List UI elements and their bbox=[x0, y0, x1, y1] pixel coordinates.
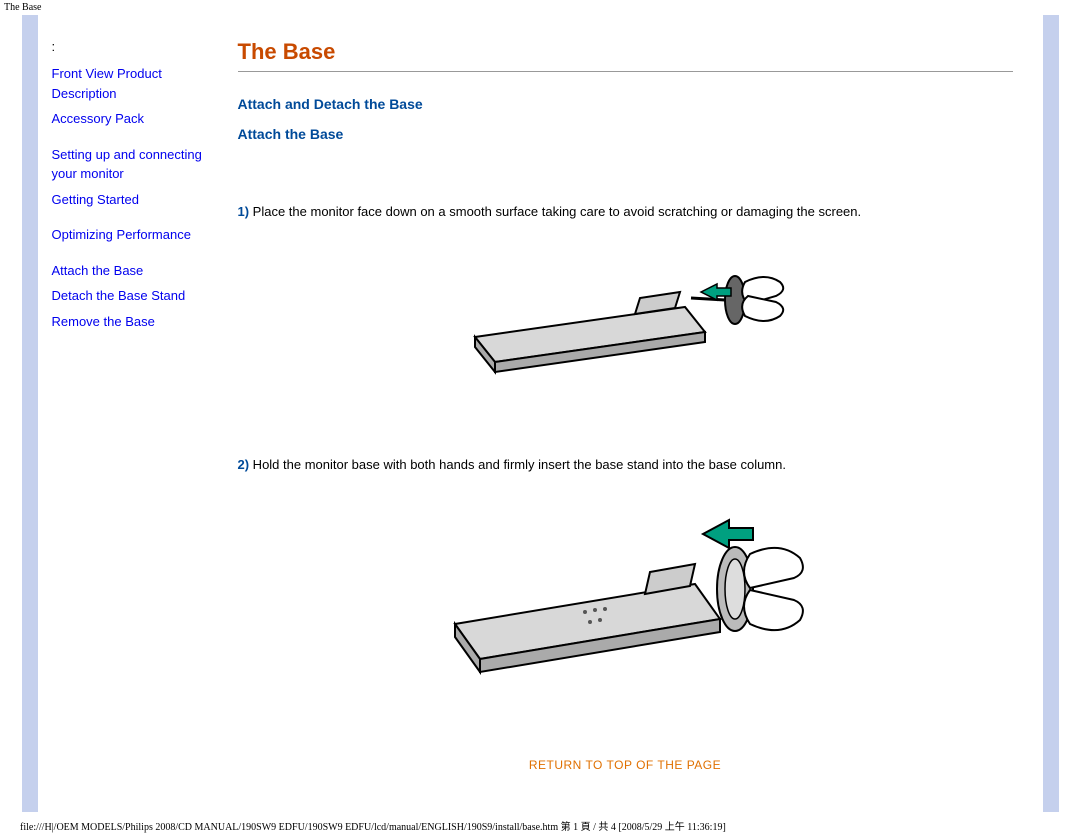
step-2-number: 2) bbox=[238, 457, 250, 472]
right-decorative-stripe bbox=[1043, 15, 1059, 812]
sidebar-group-4: Attach the Base Detach the Base Stand Re… bbox=[52, 261, 208, 332]
link-optimizing-performance[interactable]: Optimizing Performance bbox=[52, 225, 208, 245]
illustration-step-2 bbox=[238, 494, 1013, 697]
step-1-text: Place the monitor face down on a smooth … bbox=[249, 204, 861, 219]
link-remove-base[interactable]: Remove the Base bbox=[52, 312, 208, 332]
sub-heading: Attach the Base bbox=[238, 126, 1013, 142]
link-detach-base-stand[interactable]: Detach the Base Stand bbox=[52, 286, 208, 306]
page-title: The Base bbox=[238, 39, 1013, 65]
page-frame: : Front View Product Description Accesso… bbox=[22, 15, 1059, 812]
link-front-view[interactable]: Front View Product Description bbox=[52, 64, 208, 103]
return-to-top-link[interactable]: RETURN TO TOP OF THE PAGE bbox=[529, 758, 721, 772]
monitor-face-down-illustration-icon bbox=[435, 242, 815, 392]
insert-base-stand-illustration-icon bbox=[415, 494, 835, 694]
link-setting-up[interactable]: Setting up and connecting your monitor bbox=[52, 145, 208, 184]
step-2: 2) Hold the monitor base with both hands… bbox=[238, 455, 1013, 475]
sidebar-bullet: : bbox=[52, 39, 208, 54]
main-content: The Base Attach and Detach the Base Atta… bbox=[218, 15, 1043, 812]
link-getting-started[interactable]: Getting Started bbox=[52, 190, 208, 210]
arrow-left-icon bbox=[703, 520, 753, 548]
sidebar-group-2: Setting up and connecting your monitor G… bbox=[52, 145, 208, 210]
left-decorative-stripe bbox=[22, 15, 38, 812]
return-to-top: RETURN TO TOP OF THE PAGE bbox=[238, 757, 1013, 772]
sidebar-group-1: Front View Product Description Accessory… bbox=[52, 64, 208, 129]
footer-file-path: file:///H|/OEM MODELS/Philips 2008/CD MA… bbox=[0, 812, 1080, 839]
link-accessory-pack[interactable]: Accessory Pack bbox=[52, 109, 208, 129]
link-attach-base[interactable]: Attach the Base bbox=[52, 261, 208, 281]
illustration-step-1 bbox=[238, 242, 1013, 395]
step-1: 1) Place the monitor face down on a smoo… bbox=[238, 202, 1013, 222]
sidebar-nav: : Front View Product Description Accesso… bbox=[38, 15, 218, 812]
title-divider bbox=[238, 71, 1013, 72]
window-title: The Base bbox=[0, 0, 1080, 15]
sidebar-group-3: Optimizing Performance bbox=[52, 225, 208, 245]
step-2-text: Hold the monitor base with both hands an… bbox=[249, 457, 786, 472]
step-1-number: 1) bbox=[238, 204, 250, 219]
section-heading: Attach and Detach the Base bbox=[238, 96, 1013, 112]
